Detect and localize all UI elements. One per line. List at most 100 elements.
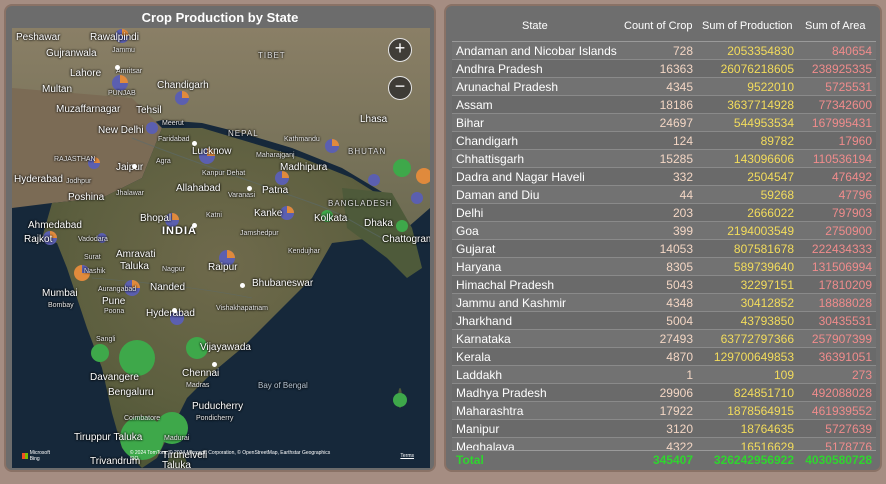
label-dhaka: Dhaka bbox=[364, 218, 393, 229]
label-bhutan: BHUTAN bbox=[348, 147, 387, 156]
label-gujranwala: Gujranwala bbox=[46, 48, 97, 59]
bing-label: Microsoft Bing bbox=[29, 450, 50, 462]
label-india: INDIA bbox=[162, 225, 197, 237]
area-cell: 30435531 bbox=[818, 314, 872, 328]
count-cell: 728 bbox=[672, 44, 693, 58]
production-cell: 1878564915 bbox=[727, 404, 794, 418]
state-cell: Chhattisgarh bbox=[456, 152, 525, 166]
city-dot bbox=[132, 164, 137, 169]
table-visual: State Count of Crop Sum of Production Su… bbox=[444, 4, 882, 472]
header-count[interactable]: Count of Crop bbox=[624, 20, 692, 32]
state-cell: Daman and Diu bbox=[456, 188, 540, 202]
table-row[interactable]: Delhi 203 2666022 797903 bbox=[452, 204, 876, 222]
total-count: 345407 bbox=[652, 453, 693, 467]
table-row[interactable]: Goa 399 2194003549 2750900 bbox=[452, 222, 876, 240]
label-ahmedabad: Ahmedabad bbox=[28, 220, 82, 231]
count-cell: 15285 bbox=[659, 152, 693, 166]
area-cell: 17960 bbox=[838, 134, 872, 148]
table-row[interactable]: Laddakh 1 109 273 bbox=[452, 366, 876, 384]
state-cell: Gujarat bbox=[456, 242, 496, 256]
label-bombay: Bombay bbox=[48, 302, 74, 309]
total-area: 4030580728 bbox=[805, 453, 872, 467]
state-cell: Jammu and Kashmir bbox=[456, 296, 567, 310]
table-row[interactable]: Jammu and Kashmir 4348 30412852 18888028 bbox=[452, 294, 876, 312]
area-cell: 17810209 bbox=[818, 278, 872, 292]
table-row[interactable]: Andaman and Nicobar Islands 728 2053354830… bbox=[452, 42, 876, 60]
state-cell: Manipur bbox=[456, 422, 500, 436]
header-production[interactable]: Sum of Production bbox=[702, 20, 793, 32]
table-row[interactable]: Chandigarh 124 89782 17960 bbox=[452, 132, 876, 150]
label-katni: Katni bbox=[206, 212, 222, 219]
count-cell: 399 bbox=[672, 224, 693, 238]
table-row[interactable]: Arunachal Pradesh 4345 9522010 5725531 bbox=[452, 78, 876, 96]
table-body[interactable]: Andaman and Nicobar Islands 728 2053354830… bbox=[452, 42, 876, 450]
label-new-delhi: New Delhi bbox=[98, 125, 144, 136]
city-dot bbox=[172, 308, 177, 313]
city-dot bbox=[212, 362, 217, 367]
production-cell: 30412852 bbox=[740, 296, 794, 310]
count-cell: 4345 bbox=[666, 80, 693, 94]
map-canvas[interactable]: Peshawar Rawalpindi Jammu Gujranwala Lah… bbox=[12, 28, 430, 468]
label-hyderabad: Hyderabad bbox=[146, 308, 195, 319]
label-nashik: Nashik bbox=[84, 268, 106, 275]
table-row[interactable]: Daman and Diu 44 59268 47796 bbox=[452, 186, 876, 204]
count-cell: 203 bbox=[672, 206, 693, 220]
state-cell: Meghalaya bbox=[456, 440, 515, 450]
label-taluka: Taluka bbox=[120, 261, 149, 272]
area-cell: 2750900 bbox=[825, 224, 872, 238]
label-punjab: PUNJAB bbox=[108, 90, 136, 97]
table-row[interactable]: Dadra and Nagar Haveli 332 2504547 476492 bbox=[452, 168, 876, 186]
header-area[interactable]: Sum of Area bbox=[805, 20, 866, 32]
zoom-in-button[interactable]: + bbox=[388, 38, 412, 62]
table-row[interactable]: Meghalaya 4322 16516629 5178776 bbox=[452, 438, 876, 450]
label-kanpur-dehat: Kanpur Dehat bbox=[202, 170, 246, 177]
table-row[interactable]: Haryana 8305 589739640 131506994 bbox=[452, 258, 876, 276]
table-row[interactable]: Chhattisgarh 15285 143096606 110536194 bbox=[452, 150, 876, 168]
label-allahabad: Allahabad bbox=[176, 183, 221, 194]
zoom-out-button[interactable]: − bbox=[388, 76, 412, 100]
label-chattogram: Chattogram bbox=[382, 234, 430, 245]
map-visual: Crop Production by State Peshawar Rawalp… bbox=[4, 4, 436, 472]
state-cell: Assam bbox=[456, 98, 493, 112]
table-row[interactable]: Jharkhand 5004 43793850 30435531 bbox=[452, 312, 876, 330]
table-row[interactable]: Maharashtra 17922 1878564915 461939552 bbox=[452, 402, 876, 420]
production-cell: 2666022 bbox=[747, 206, 794, 220]
label-amravati: Amravati bbox=[116, 249, 156, 260]
label-madras: Madras bbox=[186, 382, 210, 389]
table-row[interactable]: Himachal Pradesh 5043 32297151 17810209 bbox=[452, 276, 876, 294]
count-cell: 27493 bbox=[659, 332, 693, 346]
count-cell: 124 bbox=[672, 134, 693, 148]
label-jodhpur: Jodhpur bbox=[66, 178, 92, 185]
area-cell: 222434333 bbox=[811, 242, 872, 256]
table-row[interactable]: Bihar 24697 544953534 167995431 bbox=[452, 114, 876, 132]
header-state[interactable]: State bbox=[522, 20, 548, 32]
table-row[interactable]: Gujarat 14053 807581678 222434333 bbox=[452, 240, 876, 258]
bing-logo: Microsoft Bing bbox=[22, 450, 60, 462]
city-dot bbox=[247, 186, 252, 191]
count-cell: 332 bbox=[672, 170, 693, 184]
table-row[interactable]: Assam 18186 3637714928 77342600 bbox=[452, 96, 876, 114]
label-chennai: Chennai bbox=[182, 368, 220, 379]
count-cell: 4322 bbox=[666, 440, 693, 450]
table-row[interactable]: Andhra Pradesh 16363 26076218605 238925335 bbox=[452, 60, 876, 78]
state-cell: Madhya Pradesh bbox=[456, 386, 547, 400]
map-attribution: Microsoft Bing © 2024 TomTom, © 2024 Mic… bbox=[22, 450, 422, 462]
label-multan: Multan bbox=[42, 84, 73, 95]
table-row[interactable]: Madhya Pradesh 29906 824851710 492088028 bbox=[452, 384, 876, 402]
label-puducherry: Puducherry bbox=[192, 401, 244, 412]
total-label: Total bbox=[456, 453, 484, 467]
production-cell: 16516629 bbox=[740, 440, 794, 450]
label-nagpur: Nagpur bbox=[162, 266, 185, 273]
label-sangli: Sangli bbox=[96, 336, 116, 343]
table-row[interactable]: Karnataka 27493 63772797366 257907399 bbox=[452, 330, 876, 348]
city-dot bbox=[240, 283, 245, 288]
label-tibet: TIBET bbox=[258, 51, 286, 60]
city-dot bbox=[115, 65, 120, 70]
table-row[interactable]: Kerala 4870 129700649853 36391051 bbox=[452, 348, 876, 366]
label-agra: Agra bbox=[156, 158, 171, 165]
label-jammu: Jammu bbox=[112, 47, 135, 54]
terms-link[interactable]: Terms bbox=[400, 453, 414, 459]
table-row[interactable]: Manipur 3120 18764635 5727639 bbox=[452, 420, 876, 438]
production-cell: 9522010 bbox=[747, 80, 794, 94]
label-meerut: Meerut bbox=[162, 120, 184, 127]
